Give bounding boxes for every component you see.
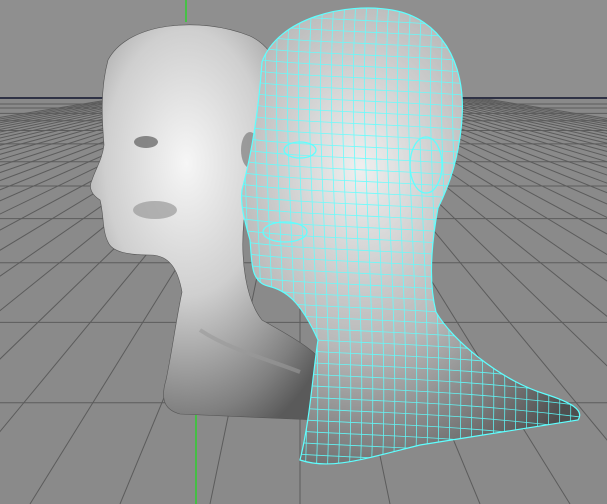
3d-viewport[interactable] [0, 0, 607, 504]
mouth-shadow [133, 201, 177, 219]
eye-socket [134, 136, 158, 148]
scene-canvas[interactable] [0, 0, 607, 504]
